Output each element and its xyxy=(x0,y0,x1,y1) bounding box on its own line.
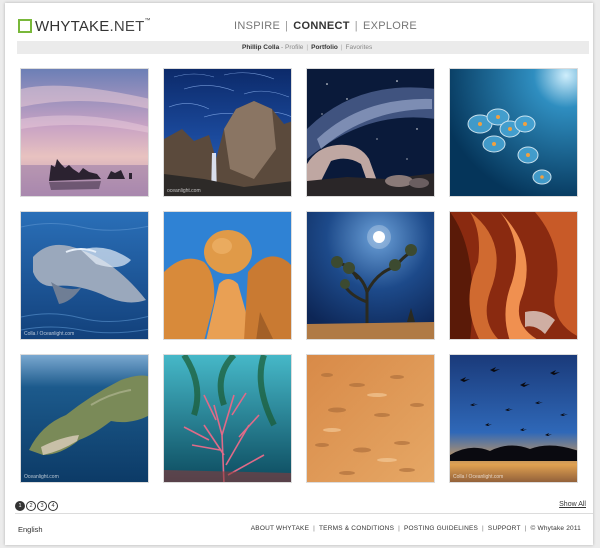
nav-connect[interactable]: CONNECT xyxy=(293,20,350,32)
photo-snow-geese-sunrise[interactable]: Colla / Oceanlight.com xyxy=(449,354,578,483)
footer-links: ABOUT WHYTAKE | TERMS & CONDITIONS | POSTING… xyxy=(251,525,581,532)
profile-username[interactable]: Phillip Colla xyxy=(242,44,279,51)
photo-credit: Colla / Oceanlight.com xyxy=(24,331,75,337)
photo-yosemite-falls-star-trails[interactable]: oceanlight.com xyxy=(163,68,292,197)
footer-separator: | xyxy=(398,525,400,532)
photo-joshua-tree-moon-image xyxy=(307,212,434,339)
subnav-portfolio[interactable]: Portfolio xyxy=(311,44,338,51)
footer-terms-link[interactable]: TERMS & CONDITIONS xyxy=(319,525,394,532)
subnav-separator: | xyxy=(306,44,309,51)
photo-credit: Oceanlight.com xyxy=(24,474,59,480)
subnav-profile[interactable]: Profile xyxy=(285,44,303,51)
photo-dolphin[interactable]: Colla / Oceanlight.com xyxy=(20,211,149,340)
show-all-link[interactable]: Show All xyxy=(559,501,586,508)
photo-salp-chain[interactable] xyxy=(449,68,578,197)
photo-catalina-island-image xyxy=(21,355,148,482)
language-selector[interactable]: English xyxy=(18,525,43,534)
nav-separator: | xyxy=(354,20,358,32)
photo-joshua-tree-moon[interactable] xyxy=(306,211,435,340)
photo-antelope-canyon[interactable] xyxy=(449,211,578,340)
photo-dolphin-image xyxy=(21,212,148,339)
pagination: 1 2 3 4 xyxy=(15,501,58,511)
page-container: WHYTAKE.NET™ INSPIRE | CONNECT | EXPLORE Phi… xyxy=(5,3,593,545)
footer-divider xyxy=(15,513,593,514)
photo-snow-geese-sunrise-image xyxy=(450,355,577,482)
footer-copyright: © Whytake 2011 xyxy=(530,525,581,532)
photo-balanced-boulder[interactable] xyxy=(163,211,292,340)
photo-catalina-island[interactable]: Oceanlight.com xyxy=(20,354,149,483)
footer-separator: | xyxy=(482,525,484,532)
page-1-button[interactable]: 1 xyxy=(15,501,25,511)
photo-balanced-boulder-image xyxy=(164,212,291,339)
photo-credit: oceanlight.com xyxy=(167,188,201,194)
logo-square-icon xyxy=(18,19,32,33)
photo-mono-lake-tufa-image xyxy=(21,69,148,196)
footer-about-link[interactable]: ABOUT WHYTAKE xyxy=(251,525,309,532)
photo-milky-way-arch-image xyxy=(307,69,434,196)
page-3-button[interactable]: 3 xyxy=(37,501,47,511)
photo-salp-chain-image xyxy=(450,69,577,196)
sub-nav-bar: Phillip Colla - Profile | Portfolio | Favori… xyxy=(17,41,589,54)
main-nav: INSPIRE | CONNECT | EXPLORE xyxy=(234,20,417,32)
nav-inspire[interactable]: INSPIRE xyxy=(234,20,280,32)
photo-antelope-canyon-image xyxy=(450,212,577,339)
footer-guidelines-link[interactable]: POSTING GUIDELINES xyxy=(404,525,478,532)
photo-milky-way-arch[interactable] xyxy=(306,68,435,197)
page-4-button[interactable]: 4 xyxy=(48,501,58,511)
photo-sea-fan-kelp[interactable] xyxy=(163,354,292,483)
sub-nav: Phillip Colla - Profile | Portfolio | Favori… xyxy=(242,42,372,53)
photo-mono-lake-tufa[interactable] xyxy=(20,68,149,197)
footer-separator: | xyxy=(524,525,527,532)
subnav-separator: | xyxy=(340,44,343,51)
photo-credit: Colla / Oceanlight.com xyxy=(453,474,504,480)
site-logo[interactable]: WHYTAKE.NET™ xyxy=(18,17,151,35)
photo-yosemite-falls-star-trails-image xyxy=(164,69,291,196)
nav-separator: | xyxy=(285,20,289,32)
footer-support-link[interactable]: SUPPORT xyxy=(488,525,521,532)
logo-text: WHYTAKE.NET™ xyxy=(35,17,151,35)
subnav-favorites[interactable]: Favorites xyxy=(346,44,373,51)
nav-explore[interactable]: EXPLORE xyxy=(363,20,417,32)
footer-separator: | xyxy=(313,525,315,532)
page-2-button[interactable]: 2 xyxy=(26,501,36,511)
photo-sand-dunes-abstract[interactable] xyxy=(306,354,435,483)
photo-sea-fan-kelp-image xyxy=(164,355,291,482)
photo-sand-dunes-abstract-image xyxy=(307,355,434,482)
